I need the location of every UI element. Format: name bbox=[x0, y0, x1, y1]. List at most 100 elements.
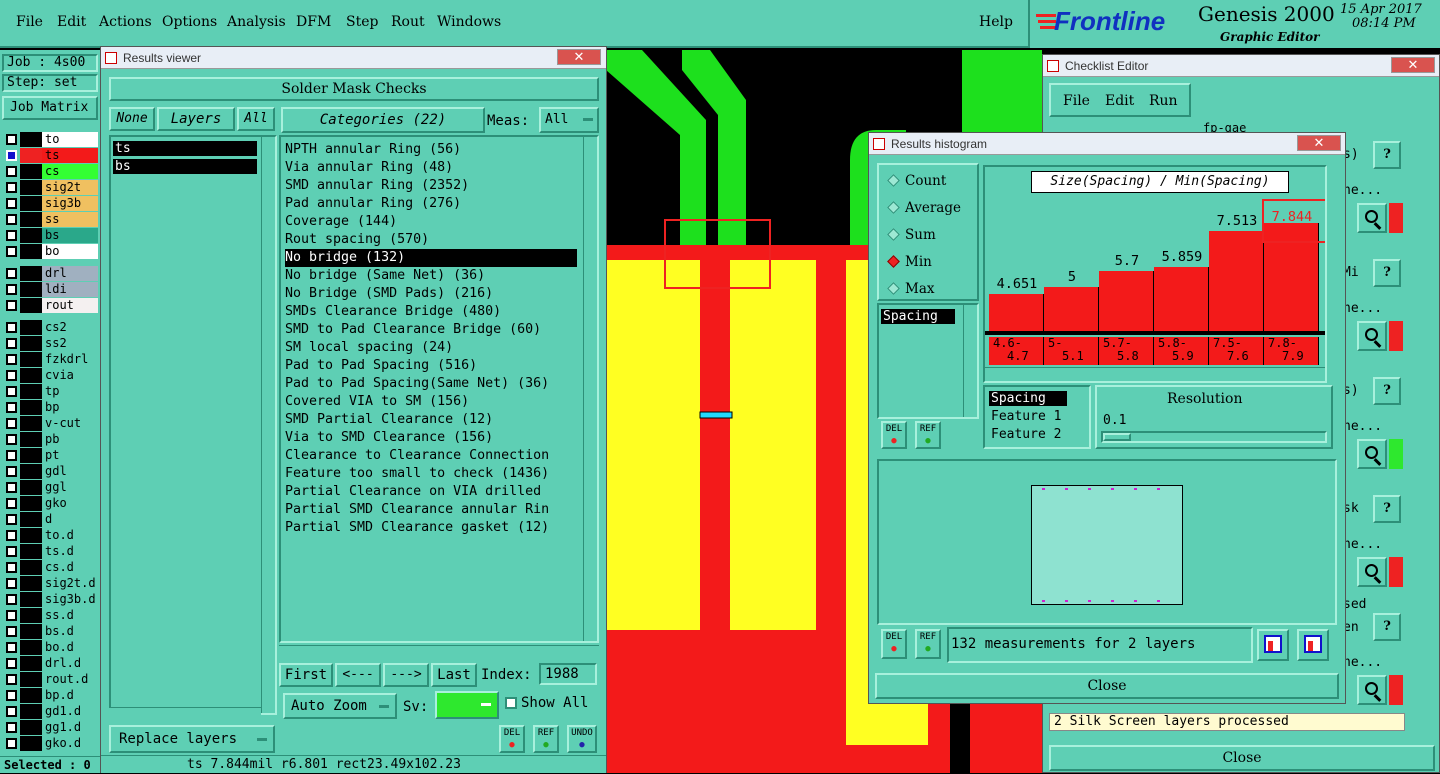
layer-row[interactable]: to bbox=[4, 132, 98, 147]
layer-row[interactable]: gdl bbox=[4, 464, 98, 479]
menu-dfm[interactable]: DFM bbox=[296, 14, 331, 30]
category-item[interactable]: Covered VIA to SM (156) bbox=[285, 393, 577, 411]
checklist-close-button[interactable]: Close bbox=[1049, 745, 1435, 771]
layer-checkbox[interactable] bbox=[6, 230, 17, 241]
layer-checkbox[interactable] bbox=[6, 482, 17, 493]
layer-name[interactable]: ts bbox=[42, 148, 98, 163]
histogram-chart[interactable]: Size(Spacing) / Min(Spacing) 4.651 5 5.7 5.… bbox=[983, 165, 1327, 383]
layer-name[interactable]: drl.d bbox=[42, 656, 98, 671]
mode-radio-count[interactable]: Count bbox=[885, 171, 946, 191]
layer-row[interactable]: cs bbox=[4, 164, 98, 179]
layer-row[interactable]: ggl bbox=[4, 480, 98, 495]
category-item[interactable]: Rout spacing (570) bbox=[285, 231, 577, 249]
category-item[interactable]: Via annular Ring (48) bbox=[285, 159, 577, 177]
help-button[interactable]: ? bbox=[1373, 259, 1401, 287]
import-chart-icon[interactable] bbox=[1297, 629, 1329, 661]
layer-name[interactable]: tp bbox=[42, 384, 98, 399]
layer-name[interactable]: bp.d bbox=[42, 688, 98, 703]
checklist-row-label[interactable]: ne... bbox=[1343, 301, 1382, 316]
layer-name[interactable]: rout.d bbox=[42, 672, 98, 687]
index-field[interactable]: 1988 bbox=[539, 663, 597, 685]
layer-row[interactable]: gd1.d bbox=[4, 704, 98, 719]
histogram-bar[interactable] bbox=[1044, 287, 1099, 331]
category-item[interactable]: SMDs Clearance Bridge (480) bbox=[285, 303, 577, 321]
category-item[interactable]: Via to SMD Clearance (156) bbox=[285, 429, 577, 447]
layer-row[interactable]: drl bbox=[4, 266, 98, 281]
hist-del-button[interactable]: DEL ● bbox=[881, 421, 907, 449]
layer-row[interactable]: v-cut bbox=[4, 416, 98, 431]
layer-checkbox[interactable] bbox=[6, 370, 17, 381]
layer-name[interactable]: d bbox=[42, 512, 98, 527]
layer-results-list[interactable]: ts bs bbox=[109, 135, 277, 715]
layer-checkbox[interactable] bbox=[6, 450, 17, 461]
zoom-search-icon[interactable] bbox=[1357, 557, 1387, 587]
layer-checkbox[interactable] bbox=[6, 642, 17, 653]
layer-name[interactable]: bs bbox=[42, 228, 98, 243]
category-item[interactable]: Partial Clearance on VIA drilled bbox=[285, 483, 577, 501]
layer-checkbox[interactable] bbox=[6, 562, 17, 573]
mode-radio-min[interactable]: Min bbox=[885, 252, 932, 272]
layer-name[interactable]: ss bbox=[42, 212, 98, 227]
layer-name[interactable]: gko bbox=[42, 496, 98, 511]
layer-name[interactable]: to bbox=[42, 132, 98, 147]
layer-name[interactable]: ts.d bbox=[42, 544, 98, 559]
export-chart-icon[interactable] bbox=[1257, 629, 1289, 661]
zoom-search-icon[interactable] bbox=[1357, 321, 1387, 351]
layer-row[interactable]: pt bbox=[4, 448, 98, 463]
category-item[interactable]: No bridge (Same Net) (36) bbox=[285, 267, 577, 285]
category-item[interactable]: Clearance to Clearance Connection bbox=[285, 447, 577, 465]
layer-row[interactable]: tp bbox=[4, 384, 98, 399]
ref-button[interactable]: REF ● bbox=[533, 725, 559, 753]
preview-ref-button[interactable]: REF ● bbox=[915, 629, 941, 659]
checklist-row-label[interactable]: ne... bbox=[1343, 419, 1382, 434]
mode-radio-max[interactable]: Max bbox=[885, 279, 935, 299]
layer-list-hscrollbar[interactable] bbox=[109, 707, 261, 721]
layer-row[interactable]: cs.d bbox=[4, 560, 98, 575]
mode-radio-sum[interactable]: Sum bbox=[885, 225, 936, 245]
layer-row[interactable]: sig2t.d bbox=[4, 576, 98, 591]
layer-row[interactable]: cvia bbox=[4, 368, 98, 383]
layer-checkbox[interactable] bbox=[6, 182, 17, 193]
layer-list-scrollbar[interactable] bbox=[261, 137, 275, 713]
results-viewer-close-icon[interactable]: ✕ bbox=[557, 49, 601, 65]
histogram-close-button[interactable]: Close bbox=[875, 673, 1339, 699]
job-matrix-button[interactable]: Job Matrix bbox=[2, 96, 98, 120]
layer-row[interactable]: ss2 bbox=[4, 336, 98, 351]
checklist-row-label[interactable]: sed bbox=[1343, 597, 1366, 612]
layer-row[interactable]: ts.d bbox=[4, 544, 98, 559]
layer-name[interactable]: pb bbox=[42, 432, 98, 447]
layer-checkbox[interactable] bbox=[6, 658, 17, 669]
category-item[interactable]: Pad to Pad Spacing(Same Net) (36) bbox=[285, 375, 577, 393]
none-button[interactable]: None bbox=[109, 107, 155, 131]
layer-name[interactable]: cs bbox=[42, 164, 98, 179]
checklist-menu-file[interactable]: File bbox=[1063, 93, 1090, 109]
menu-rout[interactable]: Rout bbox=[391, 14, 425, 30]
del-button[interactable]: DEL ● bbox=[499, 725, 525, 753]
categories-scrollbar[interactable] bbox=[583, 137, 597, 641]
layer-checkbox[interactable] bbox=[6, 338, 17, 349]
layer-row[interactable]: sig3b bbox=[4, 196, 98, 211]
menu-options[interactable]: Options bbox=[162, 14, 217, 30]
layer-row[interactable]: rout bbox=[4, 298, 98, 313]
category-item[interactable]: Feature too small to check (1436) bbox=[285, 465, 577, 483]
layer-row[interactable]: rout.d bbox=[4, 672, 98, 687]
resolution-slider[interactable] bbox=[1101, 431, 1327, 443]
category-item[interactable]: SM local spacing (24) bbox=[285, 339, 577, 357]
histogram-bar[interactable] bbox=[1209, 231, 1264, 331]
measurement-list[interactable]: Spacing bbox=[877, 303, 979, 419]
layer-row[interactable]: ts bbox=[4, 148, 98, 163]
checklist-close-icon[interactable]: ✕ bbox=[1391, 57, 1435, 73]
category-item[interactable]: NPTH annular Ring (56) bbox=[285, 141, 577, 159]
layer-checkbox[interactable] bbox=[6, 354, 17, 365]
chart-hscrollbar[interactable] bbox=[985, 367, 1325, 381]
layers-button[interactable]: Layers bbox=[157, 107, 235, 131]
layer-checkbox[interactable] bbox=[6, 134, 17, 145]
layer-checkbox[interactable] bbox=[6, 594, 17, 605]
layer-checkbox[interactable] bbox=[6, 150, 17, 161]
layer-row[interactable]: to.d bbox=[4, 528, 98, 543]
layer-checkbox[interactable] bbox=[6, 214, 17, 225]
layer-checkbox[interactable] bbox=[6, 322, 17, 333]
first-button[interactable]: First bbox=[279, 663, 333, 687]
layer-name[interactable]: cs.d bbox=[42, 560, 98, 575]
category-item[interactable]: SMD to Pad Clearance Bridge (60) bbox=[285, 321, 577, 339]
